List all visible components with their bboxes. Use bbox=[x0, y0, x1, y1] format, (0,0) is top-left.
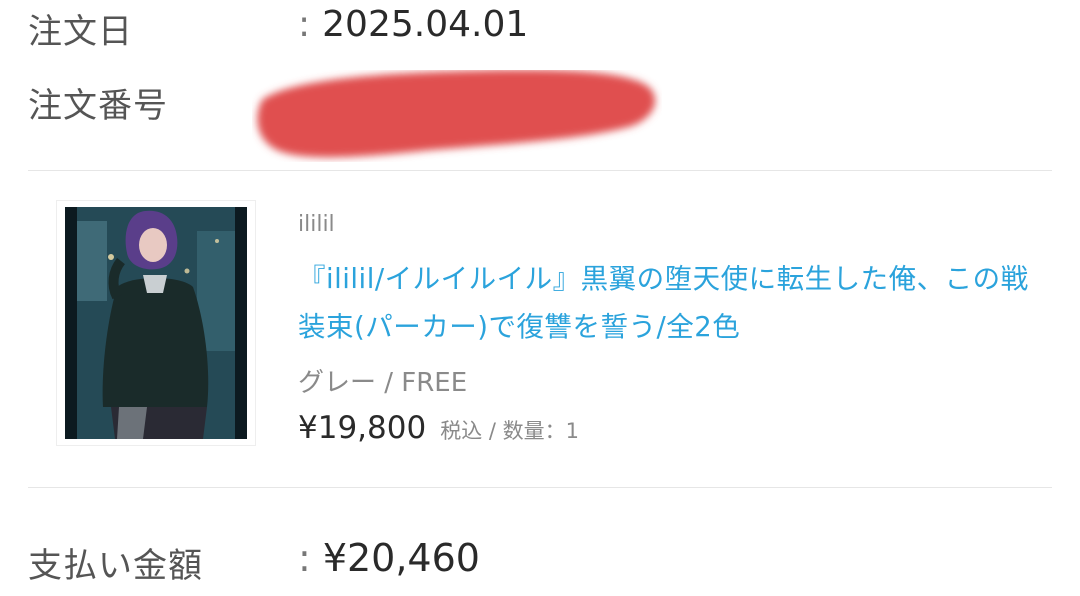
payment-total-value-wrap: : ¥20,460 bbox=[298, 536, 480, 580]
order-date-value-wrap: :2025.04.01 bbox=[298, 4, 528, 45]
order-date-row: 注文日 :2025.04.01 bbox=[0, 0, 1080, 56]
divider bbox=[28, 170, 1052, 171]
payment-total-row: 支払い金額 : ¥20,460 bbox=[0, 530, 1080, 596]
product-variant: グレー / FREE bbox=[298, 368, 468, 398]
payment-total-label: 支払い金額 bbox=[28, 546, 203, 586]
order-number-row: 注文番号 bbox=[0, 70, 1080, 158]
divider bbox=[28, 487, 1052, 488]
order-number-redaction bbox=[257, 70, 656, 158]
product-title-link[interactable]: 『ililil/イルイルイル』黒翼の堕天使に転生した俺、この戦装束(パーカー)で… bbox=[298, 255, 1038, 351]
price-tax-quantity: 税込 / 数量：1 bbox=[440, 419, 579, 443]
order-number-label: 注文番号 bbox=[28, 86, 168, 126]
order-date-label: 注文日 bbox=[28, 12, 133, 52]
order-date-colon: : bbox=[298, 4, 311, 45]
shop-name[interactable]: ililil bbox=[298, 212, 335, 237]
product-price: ¥19,800 bbox=[298, 410, 427, 446]
payment-total-colon: : bbox=[298, 536, 311, 580]
payment-total-value: ¥20,460 bbox=[322, 536, 480, 580]
price-line: ¥19,800 税込 / 数量：1 bbox=[298, 410, 579, 446]
product-photo bbox=[57, 201, 255, 445]
product-thumbnail[interactable] bbox=[56, 200, 256, 446]
order-date-value: 2025.04.01 bbox=[322, 4, 529, 45]
